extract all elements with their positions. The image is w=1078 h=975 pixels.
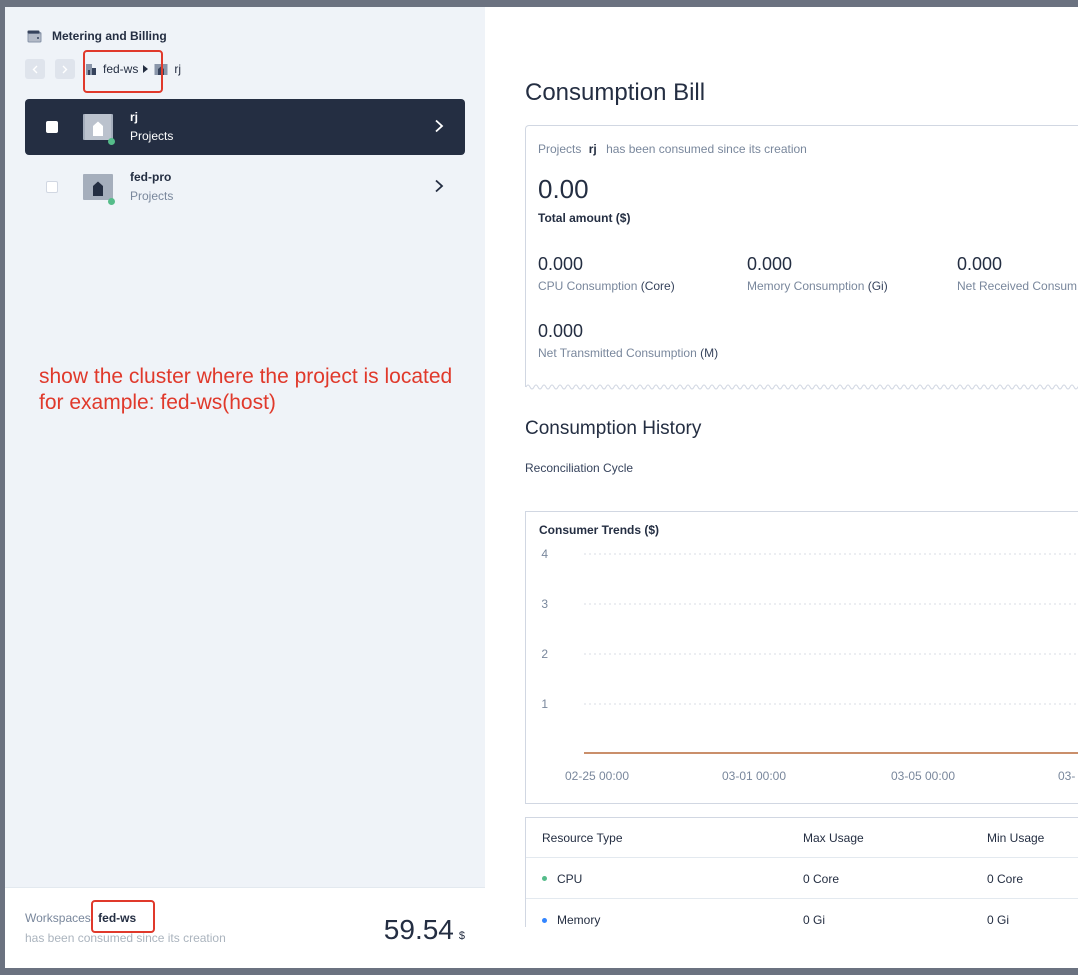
project-item-fed-pro[interactable]: fed-pro Projects: [25, 159, 465, 215]
bill-card-wavy-edge: [526, 384, 1078, 390]
metric-unit: (Core): [640, 279, 675, 293]
breadcrumb-project-label: rj: [174, 62, 182, 76]
project-name: rj: [130, 110, 139, 124]
metric-label: Net Received Consum: [957, 279, 1078, 293]
reconciliation-cycle-label: Reconciliation Cycle: [525, 461, 634, 475]
workspace-label: Workspaces: [25, 911, 91, 925]
metric-net-transmitted: 0.000 Net Transmitted Consumption (M): [538, 321, 718, 360]
highlight-box-workspace: [91, 900, 155, 933]
metric-cpu: 0.000 CPU Consumption (Core): [538, 254, 675, 293]
x-tick-label: 03-05 00:00: [891, 769, 955, 783]
consumption-bill-heading: Consumption Bill: [525, 79, 706, 106]
resource-type: Memory: [557, 913, 601, 927]
project-icon: [82, 171, 115, 205]
workspace-amount: 59.54: [383, 914, 454, 945]
annotation-note: show the cluster where the project is lo…: [39, 364, 509, 416]
back-button[interactable]: [25, 59, 45, 79]
project-item-rj[interactable]: rj Projects: [25, 99, 465, 155]
bill-desc-prefix: Projects: [538, 142, 582, 156]
resource-type: CPU: [557, 871, 583, 886]
forward-button[interactable]: [55, 59, 75, 79]
x-tick-label: 03-01 00:00: [722, 769, 786, 783]
resource-type-cell: CPU: [542, 872, 582, 886]
bill-desc-suffix: has been consumed since its creation: [606, 142, 807, 156]
chevron-right-icon: [435, 179, 444, 193]
bill-description: Projects rj has been consumed since its …: [538, 142, 807, 156]
status-dot: [108, 198, 115, 205]
consumer-trends-chart: Consumer Trends ($) 1 2 3 4 02-25 00:00 03-01…: [525, 511, 1078, 804]
y-tick-label: 1: [541, 697, 548, 711]
project-type: Projects: [130, 129, 174, 143]
chevron-left-icon: [32, 65, 38, 73]
chart-plot: 1 2 3 4 02-25 00:00 03-01 00:00 03-05 00:00 03-: [541, 547, 1078, 783]
column-header-resource-type: Resource Type: [542, 830, 623, 845]
wallet-icon: [27, 30, 42, 43]
max-usage: 0 Gi: [803, 913, 826, 927]
y-tick-label: 3: [541, 597, 548, 611]
min-usage: 0 Core: [987, 871, 1024, 886]
chevron-right-icon: [435, 119, 444, 133]
max-usage: 0 Core: [803, 871, 840, 886]
annotation-line-2: for example: fed-ws(host): [39, 391, 276, 414]
workspace-amount-unit: $: [458, 930, 465, 942]
metric-net-received: 0.000 Net Received Consum: [957, 254, 1077, 293]
total-amount-label: Total amount ($): [538, 211, 631, 225]
column-header-min-usage: Min Usage: [987, 830, 1045, 845]
consumption-bill-card: Projects rj has been consumed since its …: [525, 125, 1078, 390]
project-type: Projects: [130, 189, 174, 203]
main-panel: Consumption Bill Projects rj has been co…: [485, 7, 1078, 968]
project-name: fed-pro: [130, 170, 172, 184]
workspace-summary: Workspaces fed-ws has been consumed sinc…: [5, 887, 485, 968]
y-tick-label: 2: [541, 647, 548, 661]
min-usage: 0 Gi: [987, 913, 1010, 927]
column-header-max-usage: Max Usage: [803, 830, 864, 845]
project-icon: [82, 111, 115, 145]
y-tick-label: 4: [541, 547, 548, 561]
highlight-box-breadcrumb: [83, 50, 163, 93]
resource-usage-table: Resource Type Max Usage Min Usage CPU 0 …: [525, 817, 1078, 927]
total-amount: 0.00: [538, 174, 589, 204]
metric-value: 0.000: [957, 254, 1003, 274]
workspace-subtitle: has been consumed since its creation: [25, 931, 226, 945]
metric-label: CPU Consumption: [538, 279, 638, 293]
annotation-line-1: show the cluster where the project is lo…: [39, 365, 453, 388]
table-header-row: Resource Type Max Usage Min Usage: [526, 818, 1078, 858]
resource-type-cell: Memory: [542, 913, 600, 927]
status-dot: [542, 876, 547, 881]
metric-memory: 0.000 Memory Consumption (Gi): [747, 254, 888, 293]
app-frame: Metering and Billing fed-ws rj rj Projec…: [5, 7, 1078, 968]
metric-value: 0.000: [538, 254, 584, 274]
x-tick-label: 03-: [1058, 769, 1075, 783]
bill-desc-name: rj: [588, 142, 597, 156]
app-title-text: Metering and Billing: [52, 29, 167, 43]
status-dot: [542, 917, 547, 923]
table-row: Memory 0 Gi 0 Gi: [526, 900, 1078, 927]
left-panel: Metering and Billing fed-ws rj rj Projec…: [5, 7, 485, 968]
status-dot: [108, 138, 115, 145]
metric-value: 0.000: [747, 254, 793, 274]
consumption-history-heading: Consumption History: [525, 418, 702, 439]
x-tick-label: 02-25 00:00: [565, 769, 629, 783]
project-checkbox[interactable]: [46, 121, 58, 133]
chevron-right-icon: [62, 65, 68, 73]
metric-label: Memory Consumption: [747, 279, 865, 293]
metric-unit: (M): [700, 346, 719, 360]
metric-value: 0.000: [538, 321, 584, 341]
metric-label: Net Transmitted Consumption: [538, 346, 697, 360]
project-checkbox[interactable]: [46, 181, 58, 193]
table-row: CPU 0 Core 0 Core: [526, 859, 1078, 899]
metric-unit: (Gi): [867, 279, 888, 293]
app-title: Metering and Billing: [27, 29, 167, 43]
